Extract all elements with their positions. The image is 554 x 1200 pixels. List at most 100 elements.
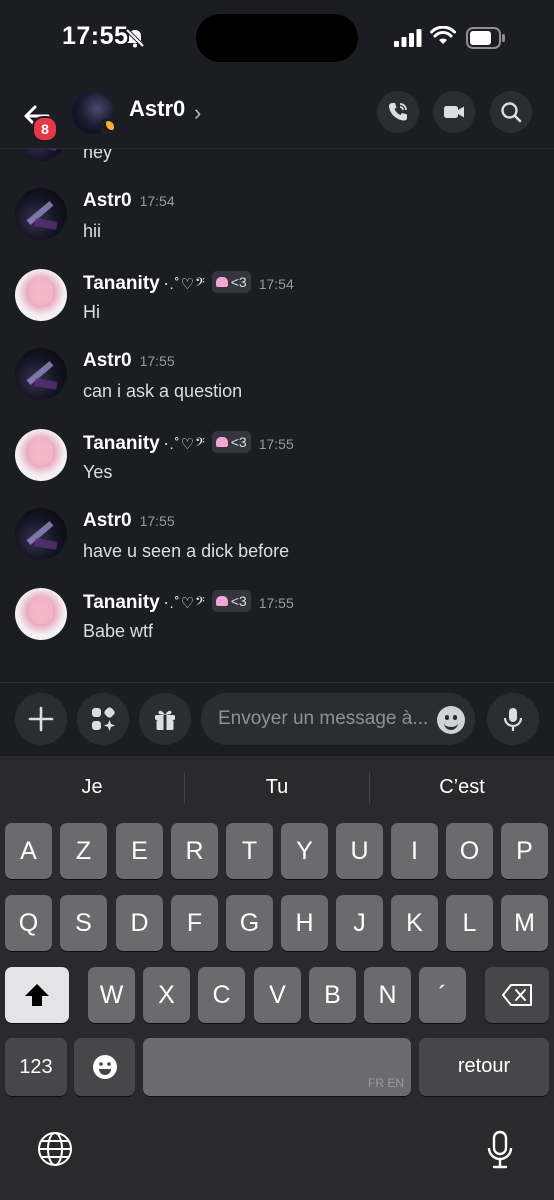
video-call-button[interactable] [433, 91, 475, 133]
shift-key[interactable] [5, 967, 69, 1023]
key[interactable]: A [5, 823, 52, 879]
message-author[interactable]: Astr0 17:54 [83, 190, 175, 212]
globe-icon[interactable] [36, 1130, 74, 1168]
backspace-key[interactable] [485, 967, 549, 1023]
message-author[interactable]: Astr0 17:55 [83, 350, 175, 372]
key[interactable]: W [88, 967, 135, 1023]
message-item[interactable]: Tananity ⋅.˚♡𝄢 <3 17:55 Babe wtf [0, 588, 554, 668]
avatar[interactable] [15, 508, 67, 560]
message-item[interactable]: Tananity ⋅.˚♡𝄢 <3 17:55 Yes [0, 429, 554, 509]
server-tag[interactable]: <3 [211, 590, 251, 612]
suggestion-item[interactable]: Je [30, 776, 154, 799]
message-text: Hi [83, 302, 100, 322]
dictation-microphone-icon[interactable] [486, 1130, 514, 1170]
message-author[interactable]: Tananity ⋅.˚♡𝄢 <3 17:54 [83, 271, 294, 295]
apps-button[interactable] [77, 693, 129, 745]
chevron-right-icon[interactable]: › [194, 100, 201, 126]
key[interactable]: K [391, 895, 438, 951]
name-decoration: ⋅.˚♡𝄢 [163, 276, 206, 293]
message-text: Babe wtf [83, 621, 154, 641]
key[interactable]: S [60, 895, 107, 951]
contact-name[interactable]: Astr0 [129, 96, 185, 122]
message-timestamp: 17:54 [258, 276, 294, 292]
name-decoration: ⋅.˚♡𝄢 [163, 436, 206, 453]
space-key[interactable]: FR EN [143, 1038, 411, 1096]
message-author[interactable]: Tananity ⋅.˚♡𝄢 <3 17:55 [83, 590, 294, 614]
server-tag[interactable]: <3 [211, 271, 251, 293]
server-tag-label: <3 [230, 593, 247, 609]
message-item[interactable]: Astr0 17:55 have u seen a dick before [0, 508, 554, 588]
key[interactable]: Q [5, 895, 52, 951]
return-key[interactable]: retour [419, 1038, 549, 1096]
key[interactable]: X [143, 967, 190, 1023]
apps-sparkle-icon [92, 707, 115, 731]
key[interactable]: G [226, 895, 273, 951]
message-timestamp: 17:55 [258, 595, 294, 611]
avatar[interactable] [15, 188, 67, 240]
key[interactable]: I [391, 823, 438, 879]
author-name[interactable]: Tananity [83, 273, 160, 294]
avatar[interactable] [15, 149, 67, 161]
key[interactable]: N [364, 967, 411, 1023]
key[interactable]: H [281, 895, 328, 951]
message-list[interactable]: hey Astr0 17:54 hii Tananity ⋅.˚♡𝄢 <3 17:54 … [0, 149, 554, 681]
message-item[interactable]: hey [0, 149, 554, 189]
avatar[interactable] [15, 588, 67, 640]
emoji-keyboard-key[interactable] [74, 1038, 135, 1096]
avatar[interactable] [15, 269, 67, 321]
author-name[interactable]: Astr0 [83, 510, 132, 531]
message-item[interactable]: Astr0 17:55 can i ask a question [0, 348, 554, 428]
suggestion-item[interactable]: Tu [215, 776, 339, 799]
avatar[interactable] [15, 429, 67, 481]
message-timestamp: 17:54 [139, 193, 175, 209]
suggestion-item[interactable]: C’est [400, 776, 524, 799]
key[interactable]: J [336, 895, 383, 951]
server-tag[interactable]: <3 [211, 431, 251, 453]
numbers-key[interactable]: 123 [5, 1038, 67, 1096]
author-name[interactable]: Astr0 [83, 190, 132, 211]
author-name[interactable]: Tananity [83, 592, 160, 613]
search-button[interactable] [490, 91, 532, 133]
key[interactable]: O [446, 823, 493, 879]
microphone-icon [503, 708, 523, 731]
message-text: hii [83, 221, 102, 241]
key[interactable]: R [171, 823, 218, 879]
key[interactable]: V [254, 967, 301, 1023]
key[interactable]: Z [60, 823, 107, 879]
status-bar: 17:55 [0, 0, 554, 78]
message-item[interactable]: Tananity ⋅.˚♡𝄢 <3 17:54 Hi [0, 269, 554, 349]
heart-icon [215, 596, 228, 606]
dynamic-island [196, 14, 358, 62]
ios-keyboard: Je Tu C’est A Z E R T Y U I O P Q S D F … [0, 756, 554, 1200]
shift-arrow-icon [25, 984, 49, 1006]
cellular-signal-icon [394, 29, 422, 47]
key[interactable]: Y [281, 823, 328, 879]
message-author[interactable]: Tananity ⋅.˚♡𝄢 <3 17:55 [83, 431, 294, 455]
key[interactable]: E [116, 823, 163, 879]
message-item[interactable]: Astr0 17:54 hii [0, 188, 554, 268]
key[interactable]: D [116, 895, 163, 951]
key[interactable]: U [336, 823, 383, 879]
key[interactable]: B [309, 967, 356, 1023]
key[interactable]: M [501, 895, 548, 951]
wifi-icon [430, 26, 456, 44]
voice-message-button[interactable] [487, 693, 539, 745]
message-author[interactable]: Astr0 17:55 [83, 510, 175, 532]
key[interactable]: C [198, 967, 245, 1023]
author-name[interactable]: Tananity [83, 433, 160, 454]
message-text: hey [83, 149, 113, 162]
key[interactable]: P [501, 823, 548, 879]
message-input[interactable]: Envoyer un message à... [201, 693, 475, 745]
key[interactable]: L [446, 895, 493, 951]
smiley-icon [92, 1055, 117, 1079]
key[interactable]: ´ [419, 967, 466, 1023]
message-text: have u seen a dick before [83, 541, 290, 561]
voice-call-button[interactable] [377, 91, 419, 133]
avatar[interactable] [15, 348, 67, 400]
key[interactable]: F [171, 895, 218, 951]
key[interactable]: T [226, 823, 273, 879]
author-name[interactable]: Astr0 [83, 350, 132, 371]
emoji-icon[interactable] [437, 706, 465, 734]
add-attachment-button[interactable] [15, 693, 67, 745]
gift-button[interactable] [139, 693, 191, 745]
